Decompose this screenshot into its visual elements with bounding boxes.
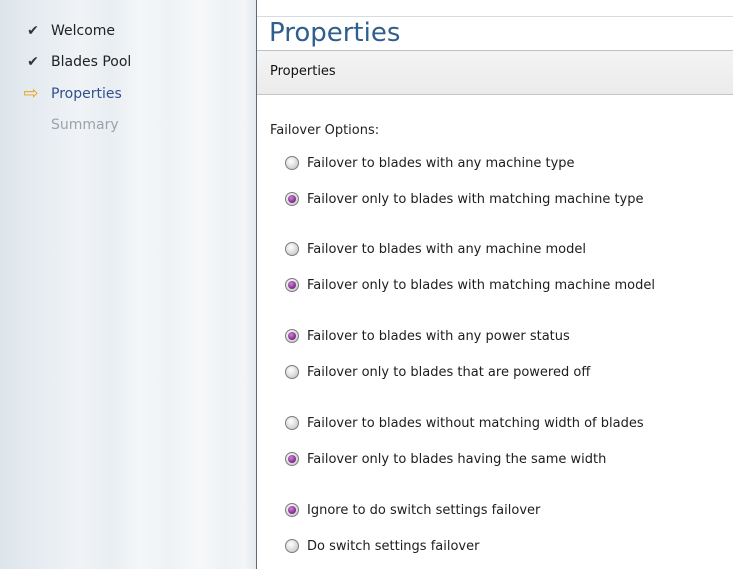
option-label: Failover to blades with any power status [307,329,570,344]
subtitle-bar: Properties [257,51,733,95]
radio-button[interactable] [285,156,299,170]
radio-button[interactable] [285,329,299,343]
radio-button[interactable] [285,192,299,206]
radio-button[interactable] [285,365,299,379]
option-label: Failover to blades with any machine type [307,156,575,171]
failover-options-label: Failover Options: [270,123,380,138]
option-label: Failover only to blades that are powered… [307,365,591,380]
option-label: Ignore to do switch settings failover [307,503,541,518]
step-label: Welcome [51,23,116,39]
page-subtitle: Properties [270,64,336,79]
step-label: Blades Pool [51,54,132,70]
option-label: Failover only to blades with matching ma… [307,192,644,207]
option-label: Failover to blades with any machine mode… [307,242,586,257]
properties-panel: Properties Properties Failover Options: … [257,0,733,569]
wizard-window: ✔ Welcome ✔ Blades Pool ⇨ Properties Sum… [0,0,733,569]
top-strip [257,0,733,17]
radio-button[interactable] [285,278,299,292]
page-title: Properties [269,18,401,48]
radio-button[interactable] [285,452,299,466]
option-label: Failover to blades without matching widt… [307,416,644,431]
radio-button[interactable] [285,539,299,553]
radio-button[interactable] [285,242,299,256]
radio-button[interactable] [285,503,299,517]
step-label: Summary [51,117,119,133]
checkmark-icon: ✔ [27,23,39,39]
option-label: Failover only to blades having the same … [307,452,607,467]
checkmark-icon: ✔ [27,54,39,70]
option-label: Failover only to blades with matching ma… [307,278,655,293]
step-label: Properties [51,86,122,102]
radio-button[interactable] [285,416,299,430]
option-label: Do switch settings failover [307,539,480,554]
arrow-right-icon: ⇨ [23,83,39,104]
wizard-steps-sidebar: ✔ Welcome ✔ Blades Pool ⇨ Properties Sum… [0,0,257,569]
